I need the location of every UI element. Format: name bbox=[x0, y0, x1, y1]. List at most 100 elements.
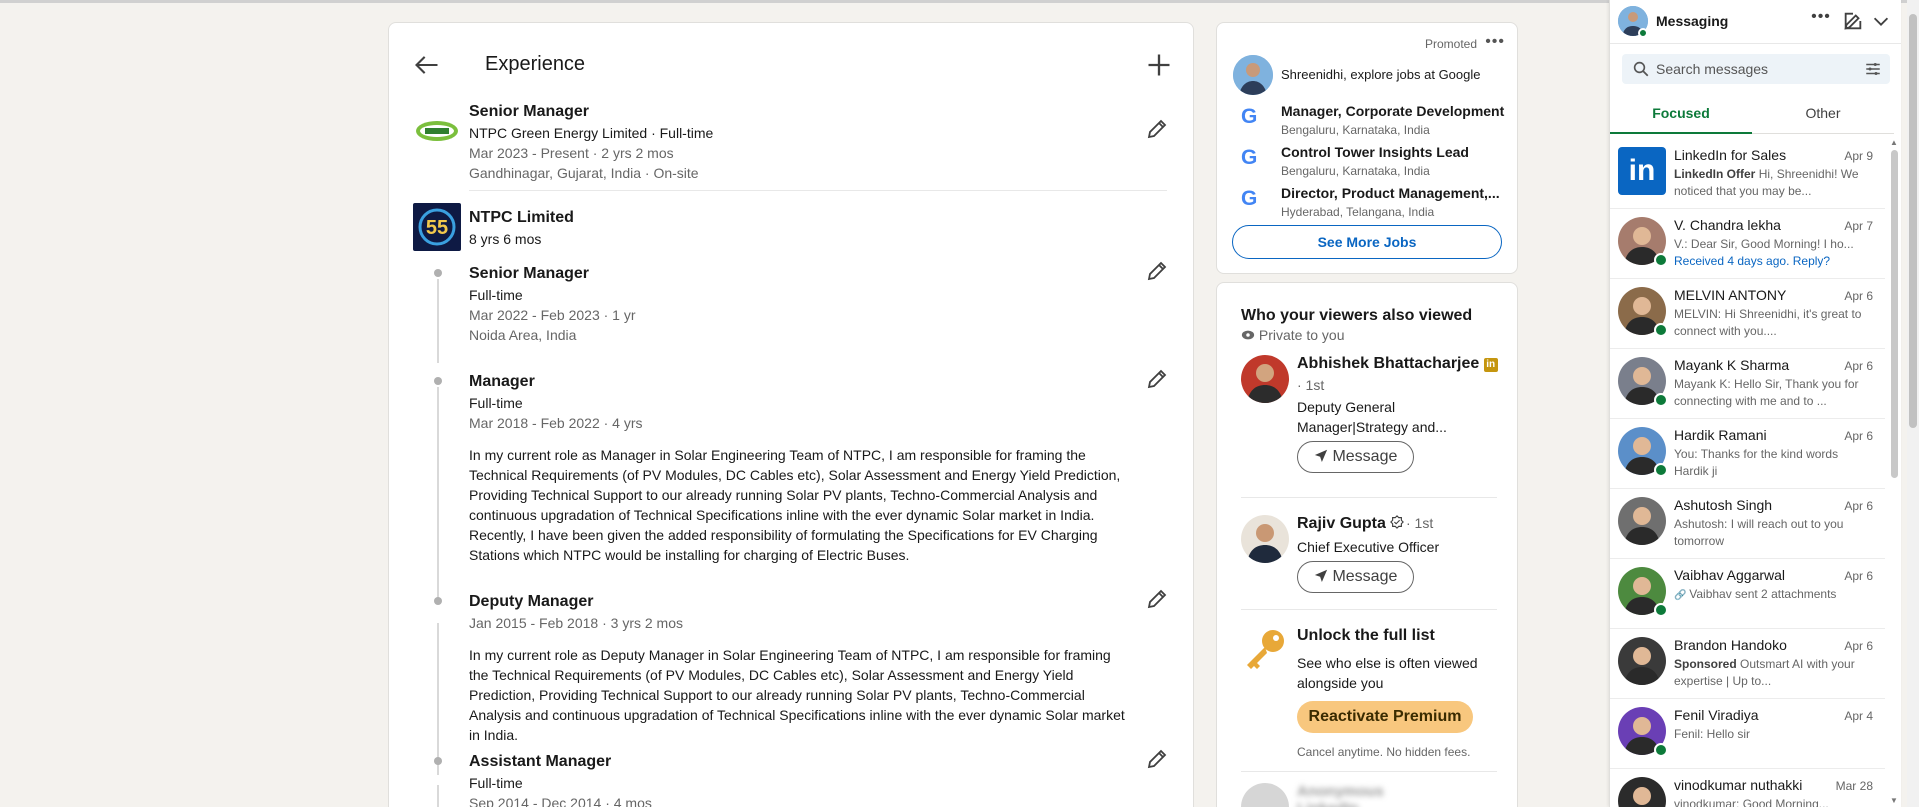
online-status-dot bbox=[1654, 323, 1668, 337]
chevron-down-icon[interactable] bbox=[1870, 10, 1892, 32]
tab-focused[interactable]: Focused bbox=[1610, 96, 1752, 134]
filter-icon[interactable] bbox=[1864, 60, 1882, 78]
position-dates: Mar 2018 - Feb 2022 · 4 yrs bbox=[469, 415, 643, 431]
conversation-item[interactable]: Hardik Ramani Apr 6 You: Thanks for the ki… bbox=[1610, 419, 1885, 489]
search-input[interactable] bbox=[1656, 54, 1856, 84]
unlock-description: See who else is often viewed alongside y… bbox=[1297, 655, 1478, 691]
jobs-intro: Shreenidhi, explore jobs at Google bbox=[1281, 67, 1480, 82]
edit-pencil-icon[interactable] bbox=[1145, 259, 1169, 283]
snippet-text: You: Thanks for the kind words Hardik ji bbox=[1674, 447, 1839, 478]
ntpc-logo[interactable]: 55 bbox=[413, 203, 461, 251]
edit-pencil-icon[interactable] bbox=[1145, 367, 1169, 391]
job-item[interactable]: G Manager, Corporate Development Bengalu… bbox=[1241, 103, 1511, 143]
position-senior-manager-ntpc: Senior Manager Full-time Mar 2022 - Feb … bbox=[469, 263, 1149, 345]
profile-photo-icon bbox=[1633, 787, 1651, 805]
messaging-scroll-up-icon[interactable]: ▲ bbox=[1889, 138, 1899, 148]
online-status-dot bbox=[1654, 463, 1668, 477]
timeline-line bbox=[437, 279, 439, 363]
conversation-item[interactable]: Ashutosh Singh Apr 6 Ashutosh: I will reac… bbox=[1610, 489, 1885, 559]
conversation-item[interactable]: Mayank K Sharma Apr 6 Mayank K: Hello Sir,… bbox=[1610, 349, 1885, 419]
more-options-icon[interactable]: ••• bbox=[1485, 33, 1505, 51]
timeline-dot bbox=[434, 597, 442, 605]
position-title: Assistant Manager bbox=[469, 753, 612, 770]
message-button[interactable]: Message bbox=[1297, 441, 1415, 473]
position-dates: Jan 2015 - Feb 2018 · 3 yrs 2 mos bbox=[469, 615, 683, 631]
avatar bbox=[1618, 497, 1666, 545]
conversation-date: Apr 6 bbox=[1844, 289, 1873, 303]
linkedin-badge-icon: in bbox=[1483, 358, 1498, 372]
messaging-scroll-down-icon[interactable]: ▼ bbox=[1889, 796, 1899, 806]
online-status-dot bbox=[1638, 28, 1648, 38]
conversation-snippet: vinodkumar: Good Morning... bbox=[1674, 796, 1874, 807]
position-title: Manager bbox=[469, 373, 535, 390]
page-scrollbar[interactable] bbox=[1909, 14, 1917, 428]
position-location: Gandhinagar, Gujarat, India · On-site bbox=[469, 165, 699, 181]
google-logo-icon: G bbox=[1241, 146, 1258, 169]
viewer-headline: Chief Executive Officer bbox=[1297, 539, 1440, 555]
position-company: NTPC Green Energy Limited · Full-time bbox=[469, 125, 714, 141]
search-messages bbox=[1622, 54, 1890, 84]
viewer-name-text: Rajiv Gupta bbox=[1297, 515, 1386, 532]
blurred-viewer: Anonymous LinkedIn bbox=[1241, 779, 1441, 807]
conversation-date: Apr 9 bbox=[1844, 149, 1873, 163]
conversation-name: V. Chandra lekha bbox=[1674, 217, 1781, 233]
unlock-title: Unlock the full list bbox=[1297, 627, 1435, 644]
messaging-scrollbar[interactable] bbox=[1891, 150, 1898, 478]
job-item[interactable]: G Control Tower Insights Lead Bengaluru,… bbox=[1241, 144, 1511, 184]
ntpc-green-logo[interactable] bbox=[413, 107, 461, 155]
position-type: Full-time bbox=[469, 287, 523, 303]
snippet-text: Ashutosh: I will reach out to you tomorr… bbox=[1674, 517, 1844, 548]
conversation-item[interactable]: Brandon Handoko Apr 6 Sponsored Outsmart A… bbox=[1610, 629, 1885, 699]
profile-photo-icon bbox=[1624, 647, 1660, 685]
more-options-icon[interactable]: ••• bbox=[1810, 8, 1832, 30]
edit-pencil-icon[interactable] bbox=[1145, 117, 1169, 141]
edit-pencil-icon[interactable] bbox=[1145, 587, 1169, 611]
cancel-note: Cancel anytime. No hidden fees. bbox=[1297, 745, 1471, 759]
ntpc-55-logo-icon: 55 bbox=[418, 208, 456, 246]
snippet-text: vinodkumar: Good Morning... bbox=[1674, 797, 1829, 807]
position-title: Deputy Manager bbox=[469, 593, 594, 610]
divider bbox=[1241, 609, 1497, 610]
conversation-item[interactable]: Vaibhav Aggarwal Apr 6 🔗 Vaibhav sent 2 at… bbox=[1610, 559, 1885, 629]
promoted-label: Promoted bbox=[1424, 37, 1477, 51]
add-icon[interactable] bbox=[1145, 51, 1173, 79]
company-name: NTPC Limited bbox=[469, 209, 574, 226]
conversation-date: Apr 6 bbox=[1844, 499, 1873, 513]
conversation-name: Hardik Ramani bbox=[1674, 427, 1767, 443]
snippet-sender: LinkedIn Offer bbox=[1674, 167, 1756, 181]
viewer-name-text: Abhishek Bhattacharjee bbox=[1297, 355, 1480, 372]
position-type: Full-time bbox=[469, 775, 523, 791]
snippet-text: V.: Dear Sir, Good Morning! I ho... bbox=[1674, 237, 1854, 251]
message-button[interactable]: Message bbox=[1297, 561, 1415, 593]
conversation-item[interactable]: MELVIN ANTONY Apr 6 MELVIN: Hi Shreenidhi,… bbox=[1610, 279, 1885, 349]
promoted-jobs-card: Promoted ••• Shreenidhi, explore jobs at… bbox=[1216, 22, 1518, 274]
messaging-header[interactable]: Messaging ••• bbox=[1610, 0, 1901, 44]
viewer-name[interactable]: Abhishek Bhattacharjee in bbox=[1297, 355, 1498, 373]
compose-icon[interactable] bbox=[1842, 10, 1864, 32]
key-icon bbox=[1247, 630, 1284, 669]
profile-photo-icon bbox=[1241, 355, 1289, 403]
tab-other[interactable]: Other bbox=[1752, 96, 1894, 134]
reply-prompt[interactable]: Received 4 days ago. Reply? bbox=[1674, 254, 1830, 268]
back-arrow-icon[interactable] bbox=[413, 51, 441, 79]
conversation-name: MELVIN ANTONY bbox=[1674, 287, 1787, 303]
verified-icon bbox=[1390, 515, 1405, 529]
conversation-item[interactable]: vinodkumar nuthakki Mar 28 vinodkumar: Goo… bbox=[1610, 769, 1885, 807]
viewers-also-viewed-card: Who your viewers also viewed Private to … bbox=[1216, 282, 1518, 807]
experience-card: Experience Senior Manager NTPC Green Ene… bbox=[388, 22, 1194, 807]
see-more-jobs-button[interactable]: See More Jobs bbox=[1232, 225, 1502, 259]
avatar[interactable] bbox=[1241, 515, 1289, 563]
edit-pencil-icon[interactable] bbox=[1145, 747, 1169, 771]
job-item[interactable]: G Director, Product Management,... Hyder… bbox=[1241, 185, 1511, 225]
conversation-item[interactable]: V. Chandra lekha Apr 7 V.: Dear Sir, Good … bbox=[1610, 209, 1885, 279]
messaging-panel: Messaging ••• Focused Other in LinkedIn f… bbox=[1609, 0, 1901, 807]
conversation-name: Ashutosh Singh bbox=[1674, 497, 1773, 513]
conversation-item[interactable]: in LinkedIn for Sales Apr 9 LinkedIn Offer … bbox=[1610, 139, 1885, 209]
conversation-snippet: Ashutosh: I will reach out to you tomorr… bbox=[1674, 516, 1874, 550]
viewer-name[interactable]: Rajiv Gupta bbox=[1297, 515, 1405, 533]
reactivate-premium-button[interactable]: Reactivate Premium bbox=[1297, 701, 1473, 733]
conversation-item[interactable]: Fenil Viradiya Apr 4 Fenil: Hello sir bbox=[1610, 699, 1885, 769]
avatar bbox=[1233, 55, 1273, 95]
message-button-label: Message bbox=[1332, 448, 1398, 465]
avatar[interactable] bbox=[1241, 355, 1289, 403]
